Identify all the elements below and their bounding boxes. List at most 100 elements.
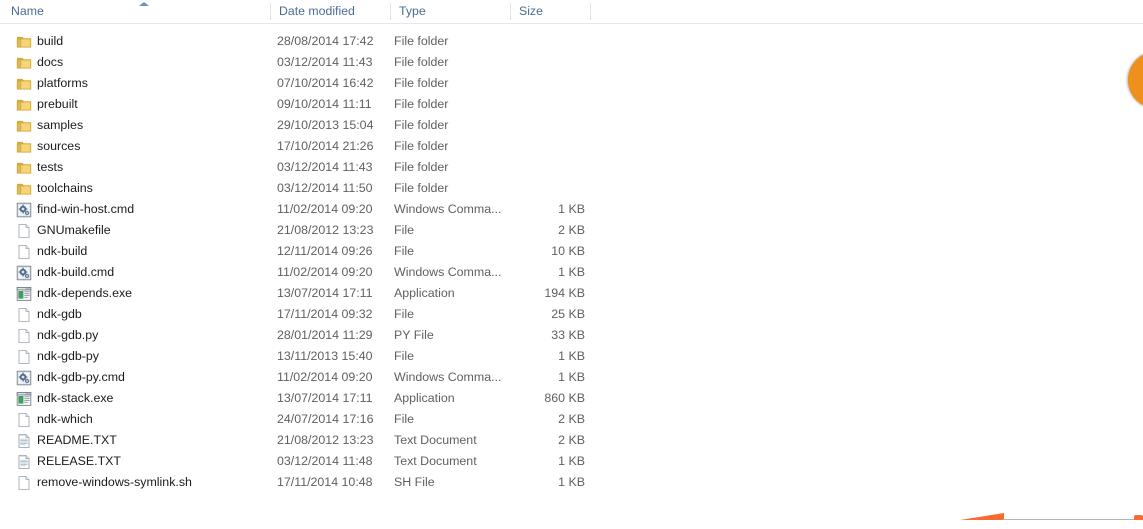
bottom-rule-decoration (1003, 519, 1143, 520)
file-name-cell: docs (37, 55, 64, 69)
file-name-cell: README.TXT (37, 433, 117, 447)
file-list-item[interactable]: ndk-gdb-py 13/11/2013 15:40 File 1 KB (0, 346, 1143, 367)
file-date-modified-cell: 03/12/2014 11:43 (277, 55, 373, 69)
file-date-modified-cell: 12/11/2014 09:26 (277, 244, 373, 258)
file-list-item[interactable]: docs 03/12/2014 11:43 File folder (0, 52, 1143, 73)
file-list-item[interactable]: find-win-host.cmd 11/02/2014 09:20 Windows… (0, 199, 1143, 220)
file-size-cell (496, 31, 585, 52)
file-list-item[interactable]: ndk-stack.exe 13/07/2014 17:11 Application… (0, 388, 1143, 409)
column-header-date-modified[interactable]: Date modified (270, 0, 390, 23)
file-list-item[interactable]: ndk-gdb 17/11/2014 09:32 File 25 KB (0, 304, 1143, 325)
file-list-item[interactable]: remove-windows-symlink.sh 17/11/2014 10:4… (0, 472, 1143, 493)
folder-icon (16, 34, 32, 50)
sort-ascending-icon (139, 2, 149, 6)
file-type-cell: File folder (394, 55, 449, 69)
file-date-modified-cell: 03/12/2014 11:50 (277, 181, 373, 195)
file-list-item[interactable]: ndk-gdb-py.cmd 11/02/2014 09:20 Windows Co… (0, 367, 1143, 388)
file-list-item[interactable]: samples 29/10/2013 15:04 File folder (0, 115, 1143, 136)
file-type-cell: Windows Comma... (394, 265, 502, 279)
file-name-cell: platforms (37, 76, 88, 90)
file-date-modified-cell: 17/11/2014 09:32 (277, 307, 373, 321)
file-list-item[interactable]: RELEASE.TXT 03/12/2014 11:48 Text Document… (0, 451, 1143, 472)
file-type-cell: File folder (394, 139, 449, 153)
file-list-item[interactable]: tests 03/12/2014 11:43 File folder (0, 157, 1143, 178)
folder-icon (16, 76, 32, 92)
file-name-cell: ndk-gdb.py (37, 328, 99, 342)
file-type-cell: File folder (394, 181, 449, 195)
file-size-cell: 194 KB (544, 286, 585, 300)
file-size-cell: 1 KB (558, 349, 585, 363)
file-date-modified-cell: 28/08/2014 17:42 (277, 34, 374, 48)
column-header-size[interactable]: Size (510, 0, 590, 23)
file-name-cell: ndk-depends.exe (37, 286, 133, 300)
column-header-type[interactable]: Type (390, 0, 510, 23)
column-header-name-label: Name (11, 4, 44, 18)
file-list-item[interactable]: toolchains 03/12/2014 11:50 File folder (0, 178, 1143, 199)
file-type-cell: SH File (394, 475, 435, 489)
file-list-item[interactable]: ndk-build 12/11/2014 09:26 File 10 KB (0, 241, 1143, 262)
file-type-cell: File folder (394, 97, 449, 111)
column-divider[interactable] (270, 3, 271, 20)
file-list-view: Name Date modified Type Size build 28/08/… (0, 0, 1143, 529)
file-date-modified-cell: 24/07/2014 17:16 (277, 412, 374, 426)
file-type-cell: Application (394, 391, 455, 405)
file-name-cell: find-win-host.cmd (37, 202, 135, 216)
column-header-row: Name Date modified Type Size (0, 0, 1143, 24)
file-type-cell: File (394, 307, 414, 321)
file-type-cell: Text Document (394, 433, 477, 447)
column-header-type-label: Type (399, 4, 426, 18)
application-icon (16, 286, 32, 302)
folder-icon (16, 160, 32, 176)
file-size-cell (496, 157, 585, 178)
file-list-item[interactable]: GNUmakefile 21/08/2012 13:23 File 2 KB (0, 220, 1143, 241)
file-list-item[interactable]: ndk-which 24/07/2014 17:16 File 2 KB (0, 409, 1143, 430)
file-type-cell: File folder (394, 118, 449, 132)
file-type-cell: File (394, 244, 414, 258)
file-size-cell: 1 KB (558, 370, 585, 384)
command-script-icon (16, 202, 32, 218)
file-name-cell: sources (37, 139, 81, 153)
file-name-cell: RELEASE.TXT (37, 454, 122, 468)
file-size-cell: 25 KB (551, 307, 585, 321)
blank-file-icon (16, 307, 32, 323)
file-name-cell: tests (37, 160, 64, 174)
blank-file-icon (16, 328, 32, 344)
file-type-cell: File folder (394, 76, 449, 90)
file-list-item[interactable]: sources 17/10/2014 21:26 File folder (0, 136, 1143, 157)
file-list-item[interactable]: prebuilt 09/10/2014 11:11 File folder (0, 94, 1143, 115)
file-date-modified-cell: 28/01/2014 11:29 (277, 328, 373, 342)
column-divider[interactable] (510, 3, 511, 20)
file-name-cell: samples (37, 118, 84, 132)
file-list-item[interactable]: ndk-gdb.py 28/01/2014 11:29 PY File 33 KB (0, 325, 1143, 346)
column-divider[interactable] (390, 3, 391, 20)
file-list-item[interactable]: platforms 07/10/2014 16:42 File folder (0, 73, 1143, 94)
file-type-cell: File (394, 223, 414, 237)
file-type-cell: Application (394, 286, 455, 300)
file-name-cell: ndk-gdb (37, 307, 82, 321)
file-type-cell: Windows Comma... (394, 202, 502, 216)
file-list-item[interactable]: ndk-build.cmd 11/02/2014 09:20 Windows Com… (0, 262, 1143, 283)
file-name-cell: ndk-gdb-py.cmd (37, 370, 125, 384)
blank-file-icon (16, 223, 32, 239)
application-icon (16, 391, 32, 407)
blank-file-icon (16, 475, 32, 491)
file-date-modified-cell: 13/11/2013 15:40 (277, 349, 373, 363)
file-name-cell: ndk-gdb-py (37, 349, 99, 363)
file-date-modified-cell: 17/11/2014 10:48 (277, 475, 373, 489)
file-type-cell: PY File (394, 328, 434, 342)
file-size-cell: 1 KB (558, 475, 585, 489)
file-type-cell: File folder (394, 160, 449, 174)
file-date-modified-cell: 13/07/2014 17:11 (277, 286, 373, 300)
column-divider[interactable] (590, 3, 591, 20)
file-list-item[interactable]: README.TXT 21/08/2012 13:23 Text Document 2… (0, 430, 1143, 451)
file-list-item[interactable]: build 28/08/2014 17:42 File folder (0, 31, 1143, 52)
file-date-modified-cell: 11/02/2014 09:20 (277, 265, 373, 279)
file-list-item[interactable]: ndk-depends.exe 13/07/2014 17:11 Applicati… (0, 283, 1143, 304)
file-size-cell: 1 KB (558, 454, 585, 468)
column-header-name[interactable]: Name (0, 0, 270, 23)
orange-nub-decoration (1134, 515, 1143, 520)
file-size-cell: 2 KB (558, 223, 585, 237)
file-date-modified-cell: 07/10/2014 16:42 (277, 76, 374, 90)
folder-icon (16, 97, 32, 113)
file-size-cell: 1 KB (558, 202, 585, 216)
